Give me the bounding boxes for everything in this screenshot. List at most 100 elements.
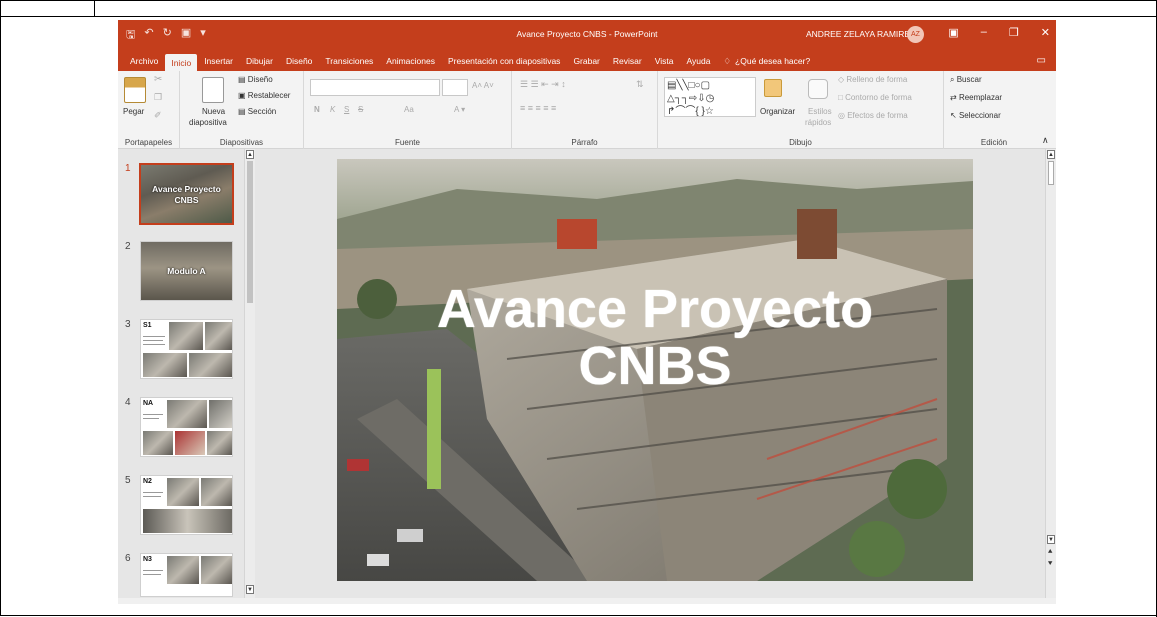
underline-button[interactable]: S bbox=[344, 105, 349, 114]
tab-archivo[interactable]: Archivo bbox=[124, 53, 164, 69]
tab-inicio[interactable]: Inicio bbox=[165, 54, 198, 71]
reset-button[interactable]: ▣ Restablecer bbox=[238, 91, 290, 100]
thumb-title: Modulo A bbox=[167, 266, 206, 276]
find-button[interactable]: ⌕ Buscar bbox=[950, 75, 982, 85]
tab-ayuda[interactable]: Ayuda bbox=[680, 53, 716, 69]
quick-styles-button-line2[interactable]: rápidos bbox=[805, 118, 831, 127]
new-slide-icon[interactable] bbox=[202, 77, 224, 103]
avatar[interactable]: AZ bbox=[907, 26, 924, 43]
arrange-icon[interactable] bbox=[764, 79, 782, 97]
powerpoint-window: 🖫 ↶ ↻ ▣ ▾ Avance Proyecto CNBS - PowerPo… bbox=[118, 20, 1056, 604]
scrollbar-thumb[interactable] bbox=[1048, 161, 1054, 185]
scrollbar-thumb[interactable] bbox=[247, 161, 253, 303]
quick-styles-icon[interactable] bbox=[808, 79, 828, 99]
main-slide-canvas[interactable]: Avance Proyecto CNBS bbox=[337, 159, 973, 581]
thumbnail-slide-5[interactable]: N2 bbox=[140, 475, 233, 535]
group-label-dibujo: Dibujo bbox=[789, 138, 812, 147]
layout-button[interactable]: ▤ Diseño bbox=[238, 75, 273, 84]
title-bar: 🖫 ↶ ↻ ▣ ▾ Avance Proyecto CNBS - PowerPo… bbox=[118, 20, 1056, 51]
tab-diseno[interactable]: Diseño bbox=[280, 53, 318, 69]
restore-icon[interactable]: ❐ bbox=[1009, 26, 1019, 39]
paste-icon[interactable] bbox=[124, 77, 146, 103]
paste-button[interactable]: Pegar bbox=[123, 107, 144, 116]
strikethrough-button[interactable]: S bbox=[358, 105, 363, 114]
group-diapositivas: Nueva diapositiva ▤ Diseño ▣ Restablecer… bbox=[180, 71, 304, 149]
ribbon: Pegar ✂ ❐ ✐ Portapapeles Nueva diapositi… bbox=[118, 71, 1056, 149]
thumb-title: Avance Proyecto CNBS bbox=[152, 184, 221, 205]
group-label-parrafo: Párrafo bbox=[571, 138, 598, 147]
scroll-up-icon[interactable]: ▲ bbox=[246, 150, 254, 159]
arrange-button[interactable]: Organizar bbox=[760, 107, 795, 116]
group-label-portapapeles: Portapapeles bbox=[124, 138, 173, 147]
thumbnails-scrollbar[interactable]: ▲ ▼ bbox=[244, 149, 255, 604]
tab-revisar[interactable]: Revisar bbox=[607, 53, 648, 69]
cut-icon[interactable]: ✂ bbox=[154, 74, 162, 85]
text-direction-icon[interactable]: ⇅ bbox=[636, 79, 644, 90]
thumb-number: 3 bbox=[125, 319, 131, 330]
section-button[interactable]: ▤ Sección bbox=[238, 107, 276, 116]
new-slide-button-line1[interactable]: Nueva bbox=[202, 107, 225, 116]
alignment-icon[interactable]: ≡ ≡ ≡ ≡ ≡ bbox=[520, 103, 556, 113]
quick-styles-button-line1[interactable]: Estilos bbox=[808, 107, 832, 116]
shape-effects-button[interactable]: ◎ Efectos de forma bbox=[838, 111, 908, 120]
collapse-ribbon-icon[interactable]: ∧ bbox=[1042, 135, 1049, 146]
replace-button[interactable]: ⇄ Reemplazar bbox=[950, 93, 1002, 102]
slide-title[interactable]: Avance Proyecto CNBS bbox=[337, 281, 973, 395]
thumbnail-slide-3[interactable]: S1 bbox=[140, 319, 233, 379]
status-bar bbox=[118, 598, 1056, 604]
bold-button[interactable]: N bbox=[314, 105, 320, 114]
tab-insertar[interactable]: Insertar bbox=[198, 53, 239, 69]
scroll-down-icon[interactable]: ▼ bbox=[246, 585, 254, 594]
previous-slide-icon[interactable]: ⯅ bbox=[1047, 547, 1053, 557]
thumb-number: 1 bbox=[125, 163, 131, 174]
copy-icon[interactable]: ❐ bbox=[154, 92, 162, 103]
thumbnail-slide-2[interactable]: Modulo A bbox=[140, 241, 233, 301]
grow-font-icon[interactable]: A˄ A˅ bbox=[472, 81, 494, 90]
workspace: 1 Avance Proyecto CNBS 2 Modulo A 3 S1 4… bbox=[118, 149, 1056, 604]
thumb-number: 2 bbox=[125, 241, 131, 252]
tab-vista[interactable]: Vista bbox=[649, 53, 680, 69]
group-portapapeles: Pegar ✂ ❐ ✐ Portapapeles bbox=[118, 71, 180, 149]
thumb-title: NA bbox=[143, 400, 154, 407]
new-slide-button-line2[interactable]: diapositiva bbox=[189, 118, 227, 127]
font-name-combo[interactable] bbox=[310, 79, 440, 96]
tell-me-search[interactable]: ♢ ¿Qué desea hacer? bbox=[723, 56, 810, 67]
shape-outline-button[interactable]: □ Contorno de forma bbox=[838, 93, 912, 102]
thumbnail-slide-4[interactable]: NA bbox=[140, 397, 233, 457]
select-button[interactable]: ↖ Seleccionar bbox=[950, 111, 1001, 120]
scroll-up-icon[interactable]: ▲ bbox=[1047, 150, 1055, 159]
tab-presentacion[interactable]: Presentación con diapositivas bbox=[442, 53, 566, 69]
tell-me-label: ¿Qué desea hacer? bbox=[735, 56, 811, 66]
bullets-icon[interactable]: ☰ ☰ ⇤ ⇥ ↕ bbox=[520, 79, 566, 90]
tab-transiciones[interactable]: Transiciones bbox=[319, 53, 379, 69]
ribbon-display-options-icon[interactable]: ▣ bbox=[948, 26, 958, 39]
lightbulb-icon: ♢ bbox=[723, 55, 732, 66]
font-color-icon[interactable]: A ▾ bbox=[454, 105, 465, 114]
format-painter-icon[interactable]: ✐ bbox=[154, 110, 162, 121]
group-label-diapositivas: Diapositivas bbox=[219, 138, 264, 147]
minimize-icon[interactable]: – bbox=[981, 26, 987, 39]
group-label-edicion: Edición bbox=[980, 138, 1008, 147]
thumbnail-slide-1[interactable]: Avance Proyecto CNBS bbox=[139, 163, 234, 225]
slide-title-line1: Avance Proyecto bbox=[436, 279, 874, 339]
comments-icon[interactable]: ▭ bbox=[1037, 55, 1046, 66]
thumb-title: N2 bbox=[143, 478, 152, 485]
slide-scrollbar[interactable]: ▲ ▼ ⯅ ⯆ bbox=[1045, 149, 1056, 604]
change-case-button[interactable]: Aa bbox=[404, 105, 414, 114]
next-slide-icon[interactable]: ⯆ bbox=[1047, 559, 1053, 569]
shapes-gallery[interactable]: ▤╲╲□○▢ △┐┐⇨⇩◷ ↱⌒⌒{ }☆ bbox=[664, 77, 756, 117]
user-name[interactable]: ANDREE ZELAYA RAMIREZ bbox=[806, 29, 915, 39]
shape-fill-button[interactable]: ◇ Relleno de forma bbox=[838, 75, 907, 84]
scroll-down-icon[interactable]: ▼ bbox=[1047, 535, 1055, 544]
thumb-number: 4 bbox=[125, 397, 131, 408]
thumb-number: 5 bbox=[125, 475, 131, 486]
thumbnail-slide-6[interactable]: N3 bbox=[140, 553, 233, 597]
tab-animaciones[interactable]: Animaciones bbox=[380, 53, 441, 69]
italic-button[interactable]: K bbox=[330, 105, 335, 114]
close-icon[interactable]: ✕ bbox=[1041, 26, 1050, 39]
ribbon-tabs: Archivo Inicio Insertar Dibujar Diseño T… bbox=[118, 51, 1056, 71]
slide-title-line2: CNBS bbox=[578, 336, 732, 396]
font-size-combo[interactable] bbox=[442, 79, 468, 96]
tab-grabar[interactable]: Grabar bbox=[567, 53, 605, 69]
tab-dibujar[interactable]: Dibujar bbox=[240, 53, 279, 69]
